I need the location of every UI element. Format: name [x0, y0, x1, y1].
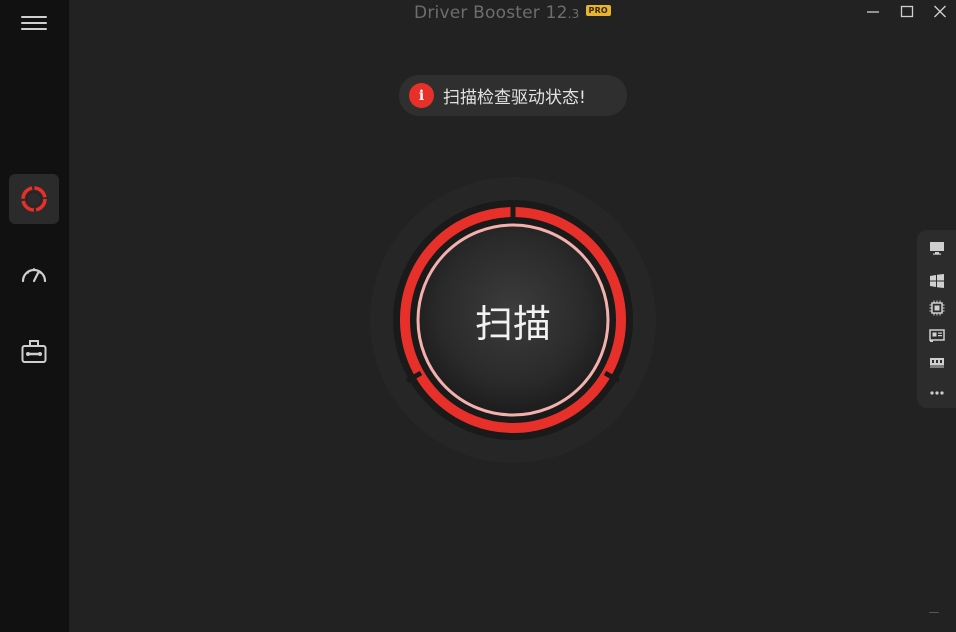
status-banner: i 扫描检查驱动状态!	[399, 75, 627, 116]
resize-grip[interactable]	[929, 612, 939, 613]
toolbox-icon	[21, 340, 47, 363]
minimize-icon	[867, 11, 879, 13]
window-title: Driver Booster 12.3 PRO	[0, 3, 956, 23]
sidebar-item-toolbox[interactable]	[9, 327, 59, 377]
cpu-chip-icon[interactable]	[929, 300, 945, 316]
scan-button[interactable]: 扫描	[413, 220, 613, 420]
maximize-icon	[900, 5, 914, 18]
scan-ring-icon	[21, 186, 47, 212]
memory-icon[interactable]	[929, 354, 945, 370]
minimize-button[interactable]	[864, 4, 882, 20]
close-button[interactable]	[931, 4, 949, 20]
monitor-icon[interactable]	[929, 240, 945, 256]
sidebar-item-scan[interactable]	[9, 174, 59, 224]
app-title: Driver Booster 12	[414, 3, 568, 23]
speedometer-icon	[21, 268, 47, 283]
info-alert-icon: i	[409, 83, 434, 108]
maximize-button[interactable]	[898, 4, 916, 20]
close-icon	[934, 5, 946, 18]
left-sidebar	[0, 0, 69, 632]
more-dots-icon[interactable]	[929, 385, 945, 401]
sidebar-item-speed[interactable]	[9, 250, 59, 300]
version-suffix: .3	[567, 7, 580, 21]
status-text: 扫描检查驱动状态!	[443, 88, 586, 108]
network-card-icon[interactable]	[929, 327, 945, 343]
hardware-info-panel	[917, 230, 956, 408]
pro-badge: PRO	[585, 4, 611, 16]
windows-icon[interactable]	[929, 273, 945, 289]
